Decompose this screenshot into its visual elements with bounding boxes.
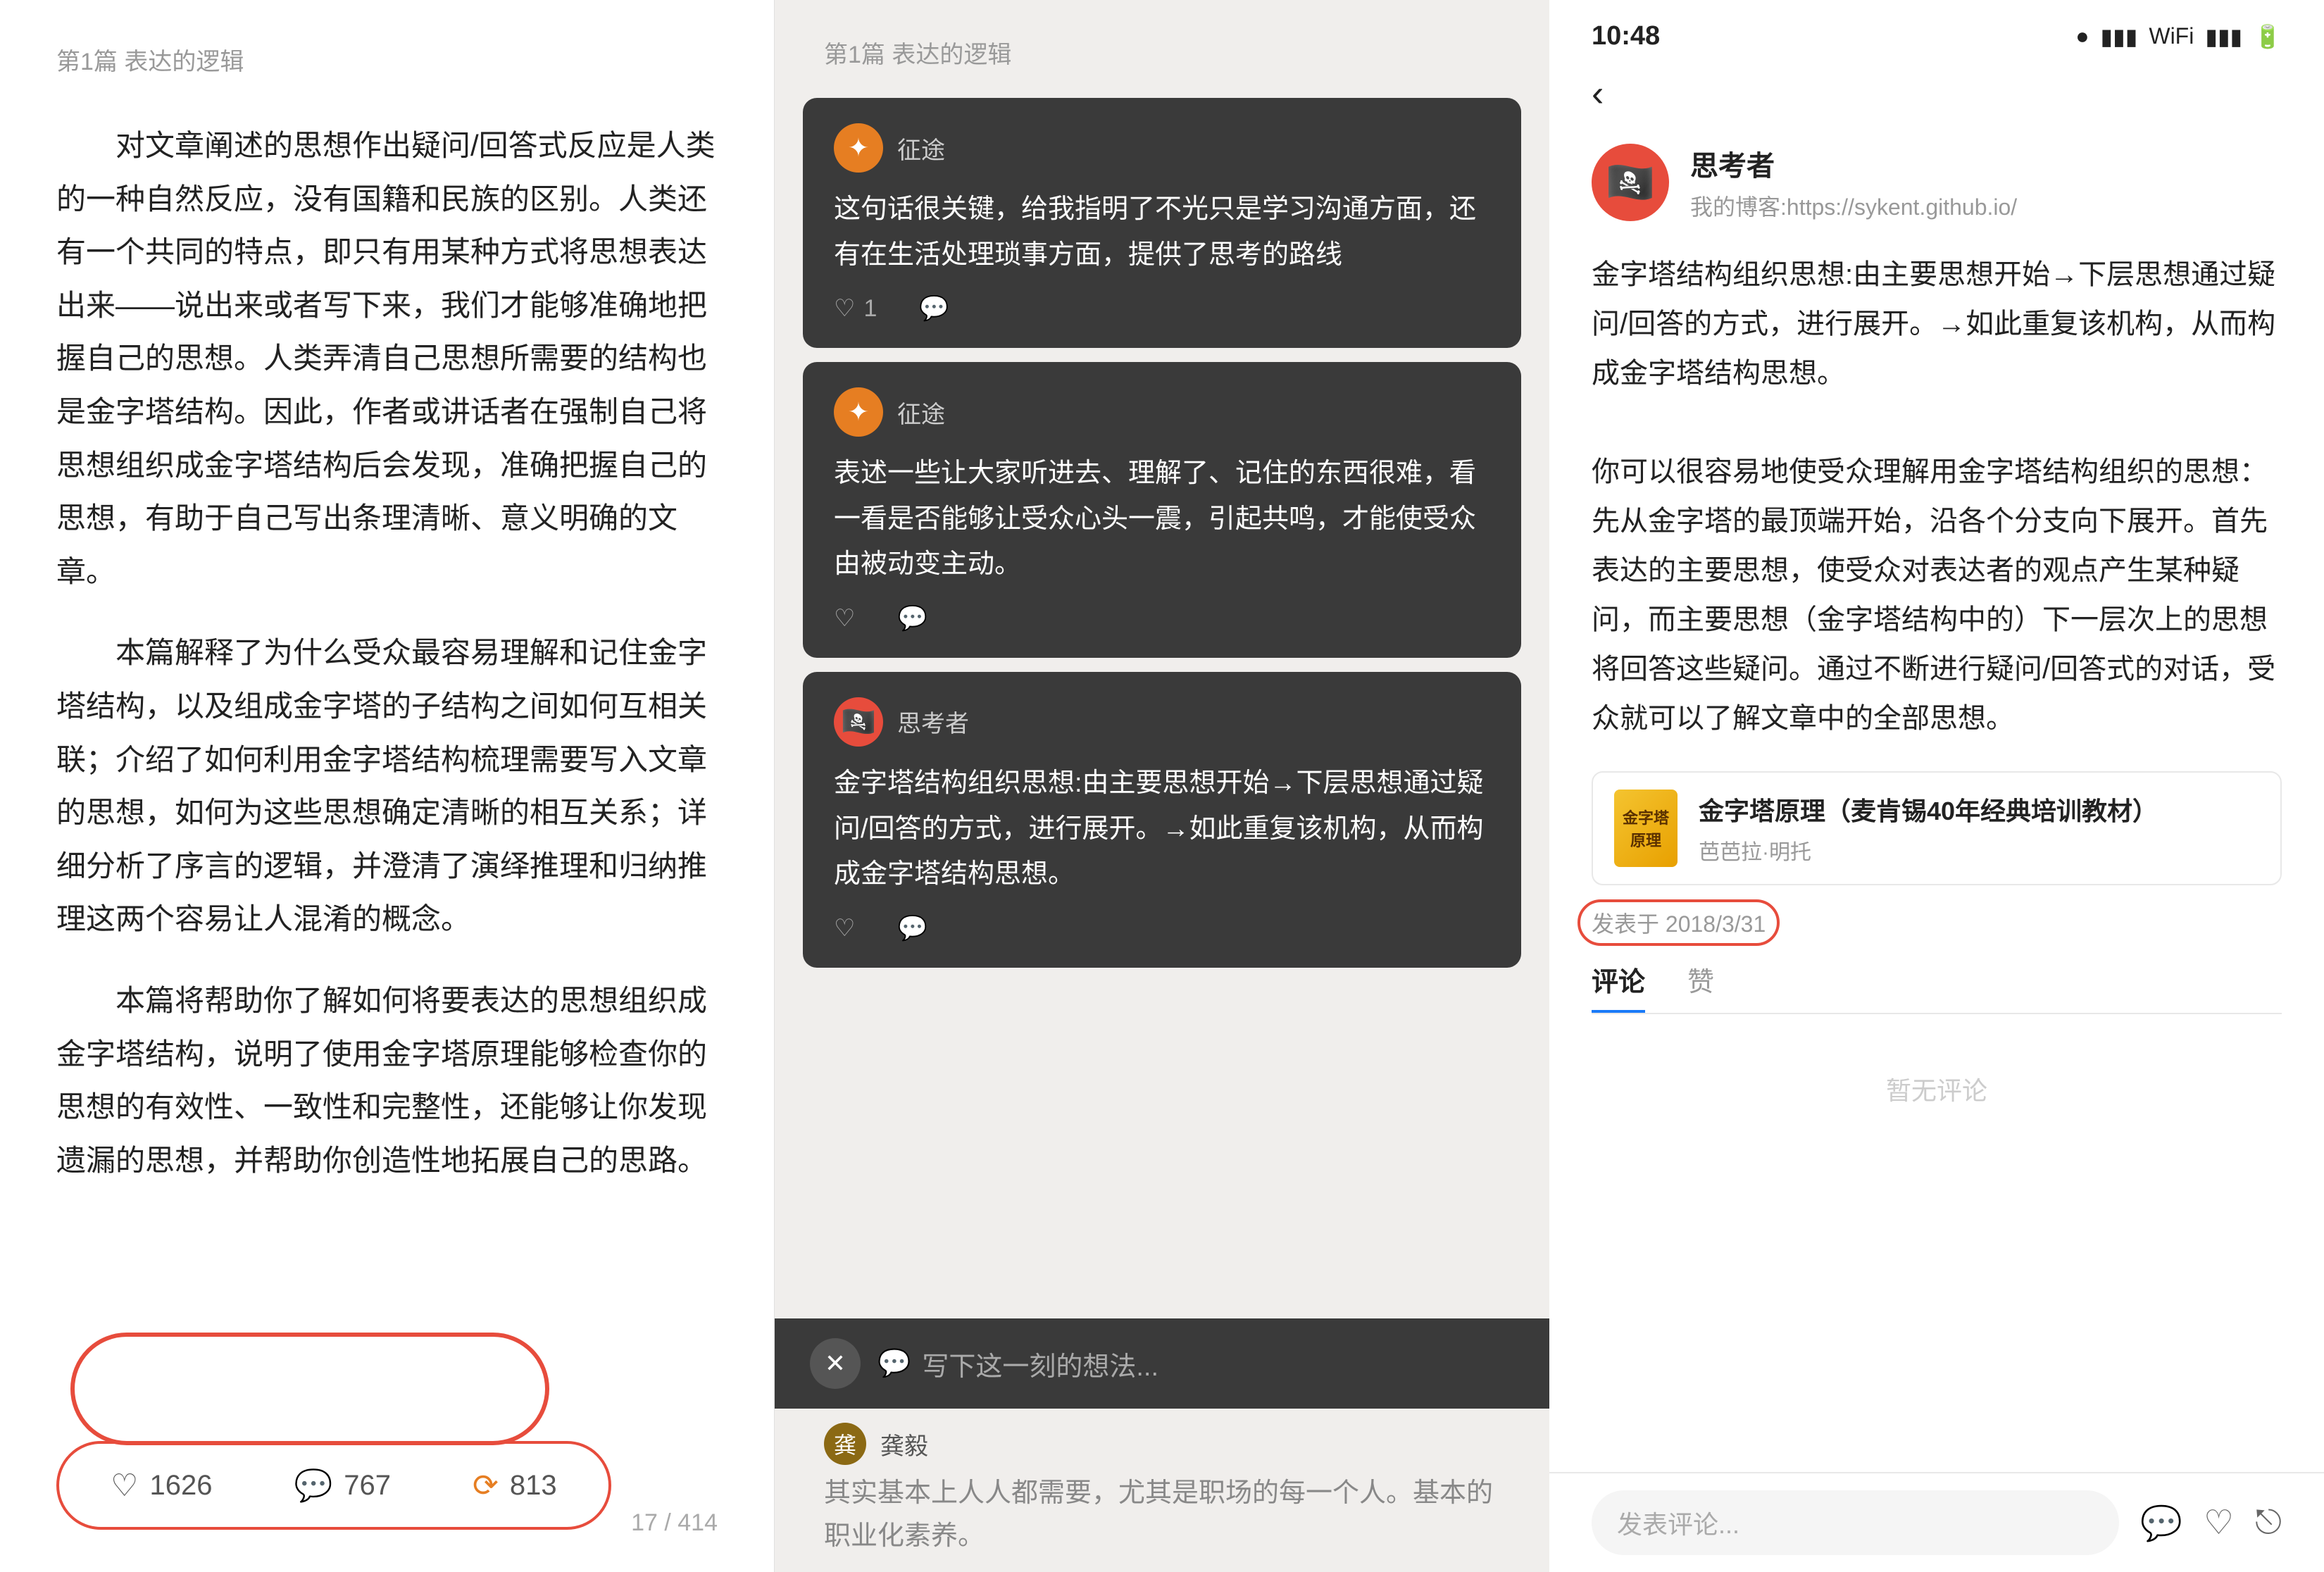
post-date-text: 发表于 2018/3/31 [1592,906,1766,939]
nav-bar: ‹ [1549,58,2324,129]
footer-preview-user: 龚 龚毅 [824,1423,1500,1465]
comment-btn[interactable]: 💬 [2140,1503,2182,1543]
comment-count: 767 [344,1470,391,1502]
comment-like-3[interactable]: ♡ [834,914,855,942]
comment-header-3: 🏴‍☠️ 思考者 [834,697,1490,747]
comment-actions-1: ♡ 1 💬 [834,294,1490,323]
repost-button[interactable]: ⟳ 813 [435,1452,594,1520]
panel-article-detail: 10:48 ● ▮▮▮ WiFi ▮▮▮ 🔋 ‹ 🏴‍☠️ 思考者 我的博客:h… [1549,0,2324,1572]
heart-icon: ♡ [834,604,855,632]
author-avatar: 🏴‍☠️ [1592,144,1669,221]
footer-preview-text: 其实基本上人人都需要，尤其是职场的每一个人。基本的职业化素养。 [824,1472,1500,1558]
paragraph-3: 本篇将帮助你了解如何将要表达的思想组织成金字塔结构，说明了使用金字塔原理能够检查… [56,974,718,1187]
like-button[interactable]: ♡ 1626 [73,1452,249,1520]
author-name: 思考者 [1690,143,2282,184]
bubble-icon: 💬 [877,1348,911,1379]
comment-actions-2: ♡ 💬 [834,604,1490,632]
heart-icon: ♡ [111,1468,138,1504]
comment-username-2: 征途 [897,395,945,430]
comment-header-1: ✦ 征途 [834,123,1490,173]
battery-level-icon: 🔋 [2254,23,2282,50]
repost-icon: ⟳ [473,1468,499,1504]
comment-reply-2[interactable]: 💬 [897,604,927,632]
tab-likes[interactable]: 赞 [1687,960,1714,1013]
comment-avatar-3: 🏴‍☠️ [834,697,883,747]
panel1-footer-actions: ♡ 1626 💬 767 ⟳ 813 [56,1420,718,1530]
paragraph-2: 本篇解释了为什么受众最容易理解和记住金字塔结构，以及组成金字塔的子结构之间如何互… [56,626,718,946]
reply-icon: 💬 [897,914,927,942]
comment-like-2[interactable]: ♡ [834,604,855,632]
comment-username-3: 思考者 [897,704,969,739]
panel2-footer-preview: 龚 龚毅 其实基本上人人都需要，尤其是职场的每一个人。基本的职业化素养。 [775,1409,1549,1572]
signal-icon: ▮▮▮ [2101,23,2138,50]
reply-icon: 💬 [897,604,927,632]
footer-actions-group: ♡ 1626 💬 767 ⟳ 813 [56,1441,611,1530]
network-icon: ▮▮▮ [2205,23,2242,50]
thought-placeholder: 写下这一刻的想法... [922,1345,1158,1383]
post-text: 金字塔结构组织思想:由主要思想开始→下层思想通过疑问/回答的方式，进行展开。→如… [1592,250,2282,743]
reply-icon: 💬 [919,294,949,323]
page-indicator: 17 / 414 [631,1509,718,1537]
comment-icon: 💬 [294,1467,332,1504]
book-card[interactable]: 金字塔原理 金字塔原理（麦肯锡40年经典培训教材） 芭芭拉·明托 [1592,771,2282,885]
back-button[interactable]: ‹ [1592,73,1604,115]
footer-preview-avatar: 龚 [824,1423,866,1465]
no-comment-text: 暂无评论 [1592,1028,2282,1149]
comment-avatar-2: ✦ [834,387,883,437]
heart-icon: ♡ [834,914,855,942]
comment-card-3: 🏴‍☠️ 思考者 金字塔结构组织思想:由主要思想开始→下层思想通过疑问/回答的方… [803,672,1521,968]
comment-username-1: 征途 [897,131,945,166]
footer-preview-username: 龚毅 [880,1427,928,1461]
breadcrumb-panel1: 第1篇 表达的逻辑 [56,42,718,77]
like-btn[interactable]: ♡ [2204,1503,2234,1542]
comment-actions-3: ♡ 💬 [834,914,1490,942]
comment-text-3: 金字塔结构组织思想:由主要思想开始→下层思想通过疑问/回答的方式，进行展开。→如… [834,761,1490,897]
thought-input[interactable]: 💬 写下这一刻的想法... [877,1345,1514,1383]
comment-card-1: ✦ 征途 这句话很关键，给我指明了不光只是学习沟通方面，还有在生活处理琐事方面，… [803,98,1521,348]
comments-list: ✦ 征途 这句话很关键，给我指明了不光只是学习沟通方面，还有在生活处理琐事方面，… [775,84,1549,1318]
book-info: 金字塔原理（麦肯锡40年经典培训教材） 芭芭拉·明托 [1699,791,2259,866]
author-info: 思考者 我的博客:https://sykent.github.io/ [1690,143,2282,222]
panel2-bottom-bar: ✕ 💬 写下这一刻的想法... [775,1318,1549,1409]
like-count: 1626 [149,1470,212,1502]
share-btn[interactable]: ⎋ [2255,1503,2282,1542]
panel-comments: 第1篇 表达的逻辑 对文章阐述的思想作出疑问/回答式反应是人类的一种自然反应，没… [775,0,1549,1572]
comment-text-1: 这句话很关键，给我指明了不光只是学习沟通方面，还有在生活处理琐事方面，提供了思考… [834,187,1490,277]
book-cover: 金字塔原理 [1614,790,1678,867]
close-button[interactable]: ✕ [810,1338,861,1389]
comment-like-1[interactable]: ♡ 1 [834,294,877,323]
breadcrumb-panel2: 第1篇 表达的逻辑 [775,0,1549,84]
article-main-content: 金字塔结构组织思想:由主要思想开始→下层思想通过疑问/回答的方式，进行展开。→如… [1549,243,2324,1472]
comment-reply-1[interactable]: 💬 [919,294,949,323]
like-count-1: 1 [863,295,877,323]
wifi-icon: WiFi [2149,23,2194,49]
book-title: 金字塔原理（麦肯锡40年经典培训教材） [1699,791,2259,828]
comment-header-2: ✦ 征途 [834,387,1490,437]
author-section: 🏴‍☠️ 思考者 我的博客:https://sykent.github.io/ [1549,129,2324,243]
comment-reply-3[interactable]: 💬 [897,914,927,942]
post-date: 发表于 2018/3/31 [1592,906,2282,939]
panel2-body: 对文章阐述的思想作出疑问/回答式反应是人类的一种自然反应，没有国籍和民族的区别。… [775,84,1549,1318]
close-icon: ✕ [825,1349,846,1378]
reading-content: 对文章阐述的思想作出疑问/回答式反应是人类的一种自然反应，没有国籍和民族的区别。… [56,119,718,1378]
comment-text-2: 表述一些让大家听进去、理解了、记住的东西很难，看一看是否能够让受众心头一震，引起… [834,451,1490,587]
comment-avatar-1: ✦ [834,123,883,173]
heart-icon: ♡ [834,294,855,323]
paragraph-1: 对文章阐述的思想作出疑问/回答式反应是人类的一种自然反应，没有国籍和民族的区别。… [56,119,718,598]
panel3-bottom-bar: 发表评论... 💬 ♡ ⎋ [1549,1472,2324,1572]
book-author: 芭芭拉·明托 [1699,835,2259,866]
status-bar: 10:48 ● ▮▮▮ WiFi ▮▮▮ 🔋 [1549,0,2324,58]
repost-count: 813 [510,1470,557,1502]
comment-input[interactable]: 发表评论... [1592,1490,2119,1555]
battery-icon: ● [2075,23,2089,49]
content-tabs: 评论 赞 [1592,960,2282,1014]
status-icons: ● ▮▮▮ WiFi ▮▮▮ 🔋 [2075,23,2282,50]
comment-card-2: ✦ 征途 表述一些让大家听进去、理解了、记住的东西很难，看一看是否能够让受众心头… [803,362,1521,658]
panel-reading: 第1篇 表达的逻辑 对文章阐述的思想作出疑问/回答式反应是人类的一种自然反应，没… [0,0,775,1572]
comment-button[interactable]: 💬 767 [256,1451,428,1520]
tab-comments[interactable]: 评论 [1592,960,1645,1013]
status-time: 10:48 [1592,21,1660,51]
author-bio: 我的博客:https://sykent.github.io/ [1690,189,2282,222]
